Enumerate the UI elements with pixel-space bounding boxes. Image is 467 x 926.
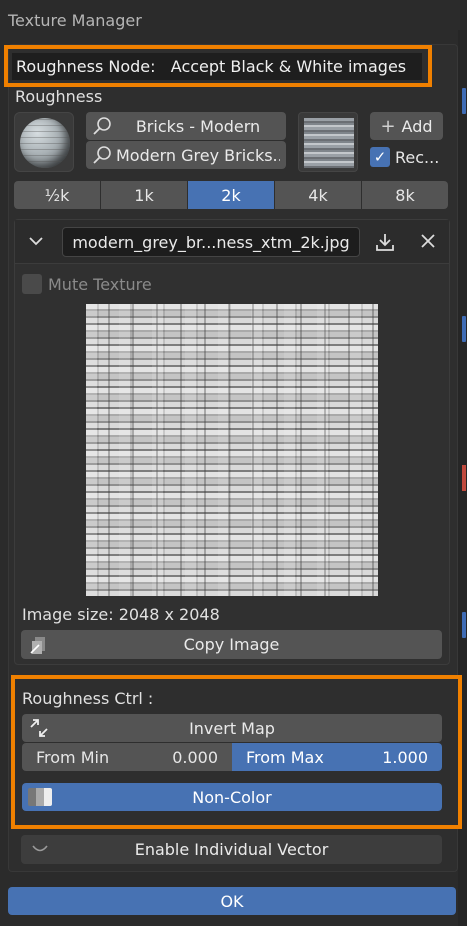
texture-thumbnail-image bbox=[304, 118, 354, 168]
texture-thumbnail[interactable] bbox=[298, 112, 358, 172]
material-preview[interactable] bbox=[14, 112, 74, 172]
enable-vector-button[interactable]: Enable Individual Vector bbox=[21, 835, 442, 864]
copy-image-button[interactable]: Copy Image bbox=[21, 630, 442, 659]
copy-image-icon bbox=[30, 637, 45, 654]
asset-search-button[interactable]: Modern Grey Bricks... bbox=[86, 141, 286, 169]
ok-button[interactable]: OK bbox=[8, 887, 456, 915]
side-tab-marker bbox=[462, 612, 466, 638]
resolution-option[interactable]: 4k bbox=[275, 181, 362, 209]
resolution-option-active[interactable]: 2k bbox=[188, 181, 275, 209]
resolution-option[interactable]: ½k bbox=[14, 181, 101, 209]
sphere-preview-icon bbox=[20, 118, 70, 168]
mute-texture-toggle[interactable]: Mute Texture bbox=[22, 274, 152, 294]
search-icon bbox=[93, 146, 111, 164]
close-icon[interactable] bbox=[420, 233, 436, 249]
highlight-box bbox=[11, 675, 462, 829]
category-search-button[interactable]: Bricks - Modern bbox=[86, 112, 286, 140]
plus-icon: + bbox=[380, 115, 396, 137]
side-tab-marker bbox=[462, 88, 466, 114]
window-title: Texture Manager bbox=[8, 11, 142, 30]
image-size-label: Image size: 2048 x 2048 bbox=[22, 605, 220, 624]
category-label: Bricks - Modern bbox=[135, 117, 261, 136]
rec-label: Rec... bbox=[395, 147, 440, 167]
chevron-down-icon[interactable] bbox=[28, 234, 44, 248]
checkbox-unchecked-icon[interactable] bbox=[22, 274, 42, 294]
enable-vector-label: Enable Individual Vector bbox=[134, 840, 329, 859]
mute-label: Mute Texture bbox=[48, 274, 152, 294]
ok-label: OK bbox=[220, 891, 244, 911]
copy-image-label: Copy Image bbox=[183, 635, 280, 654]
download-icon[interactable] bbox=[374, 231, 396, 253]
highlight-box bbox=[4, 45, 432, 87]
add-label: Add bbox=[401, 116, 433, 136]
checkbox-checked-icon[interactable]: ✓ bbox=[370, 147, 390, 167]
resolution-option[interactable]: 8k bbox=[362, 181, 448, 209]
side-tab-marker bbox=[462, 465, 466, 491]
asset-name-label: Modern Grey Bricks... bbox=[116, 146, 280, 165]
add-button[interactable]: + Add bbox=[370, 112, 443, 140]
resolution-selector: ½k 1k 2k 4k 8k bbox=[14, 181, 448, 209]
texture-preview-image bbox=[86, 304, 378, 596]
texture-filename-field[interactable]: modern_grey_br...ness_xtm_2k.jpg bbox=[62, 227, 360, 257]
search-icon bbox=[93, 117, 111, 135]
side-tab-marker bbox=[462, 316, 466, 342]
rec-checkbox-row[interactable]: ✓ Rec... bbox=[370, 144, 439, 170]
resolution-option[interactable]: 1k bbox=[101, 181, 188, 209]
section-label: Roughness bbox=[15, 87, 103, 106]
chevron-down-icon bbox=[32, 845, 48, 852]
